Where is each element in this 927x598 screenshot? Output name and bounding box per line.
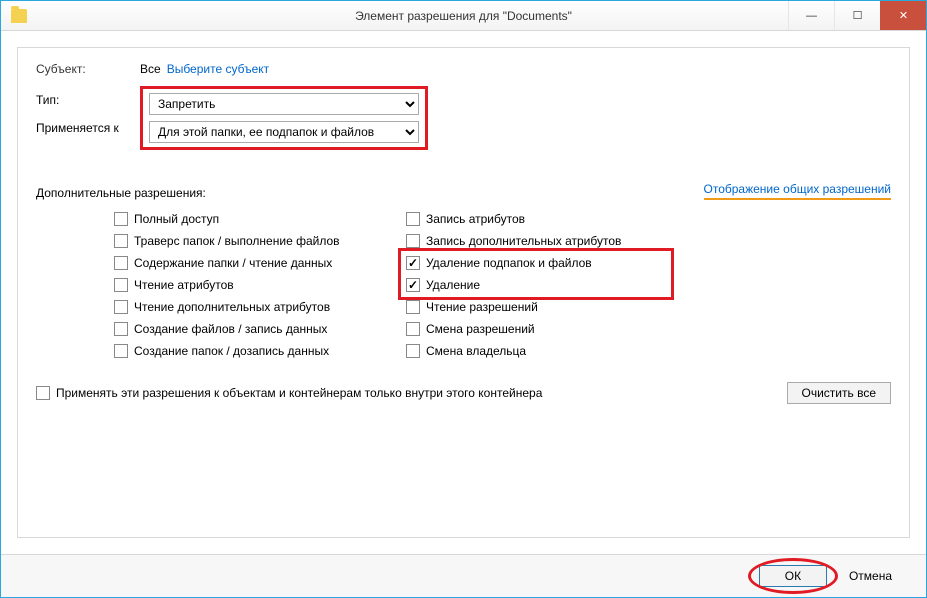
checkbox[interactable]	[114, 344, 128, 358]
highlight-selects: Запретить Для этой папки, ее подпапок и …	[140, 86, 428, 150]
permissions-columns: Полный доступ Траверс папок / выполнение…	[36, 210, 891, 364]
checkbox[interactable]	[406, 300, 420, 314]
window-controls: — ☐ ✕	[788, 1, 926, 30]
type-label: Тип:	[36, 86, 140, 114]
titlebar: Элемент разрешения для "Documents" — ☐ ✕	[1, 1, 926, 31]
subject-label: Субъект:	[36, 62, 140, 76]
content-panel: Субъект: Все Выберите субъект Тип: Приме…	[17, 47, 910, 538]
perm-label: Траверс папок / выполнение файлов	[134, 234, 340, 248]
checkbox[interactable]	[114, 234, 128, 248]
perm-label: Чтение разрешений	[426, 300, 538, 314]
perm-label: Полный доступ	[134, 212, 219, 226]
perm-row: Удаление	[406, 276, 826, 294]
perm-row: Содержание папки / чтение данных	[114, 254, 406, 272]
perm-row: Создание файлов / запись данных	[114, 320, 406, 338]
close-button[interactable]: ✕	[880, 1, 926, 30]
perm-row: Полный доступ	[114, 210, 406, 228]
perm-row: Запись дополнительных атрибутов	[406, 232, 826, 250]
permissions-left-col: Полный доступ Траверс папок / выполнение…	[36, 210, 406, 364]
perm-label: Удаление	[426, 278, 480, 292]
apply-within-label: Применять эти разрешения к объектам и ко…	[56, 386, 542, 400]
checkbox[interactable]	[114, 256, 128, 270]
permissions-right-col: Запись атрибутов Запись дополнительных а…	[406, 210, 826, 364]
maximize-button[interactable]: ☐	[834, 1, 880, 30]
view-basic-link[interactable]: Отображение общих разрешений	[704, 182, 891, 200]
checkbox[interactable]	[114, 300, 128, 314]
perm-row: Смена разрешений	[406, 320, 826, 338]
perm-label: Создание папок / дозапись данных	[134, 344, 329, 358]
footer: ОК Отмена	[1, 555, 926, 597]
cancel-button[interactable]: Отмена	[835, 566, 906, 586]
type-applies-block: Тип: Применяется к Запретить Для этой па…	[36, 86, 891, 150]
applies-label: Применяется к	[36, 114, 140, 142]
checkbox[interactable]	[114, 322, 128, 336]
checkbox[interactable]	[406, 256, 420, 270]
subject-row: Субъект: Все Выберите субъект	[36, 62, 891, 76]
clear-all-button[interactable]: Очистить все	[787, 382, 891, 404]
permissions-header-row: Дополнительные разрешения: Отображение о…	[36, 182, 891, 200]
checkbox[interactable]	[114, 212, 128, 226]
perm-label: Запись дополнительных атрибутов	[426, 234, 621, 248]
ok-button[interactable]: ОК	[759, 565, 827, 587]
checkbox[interactable]	[406, 322, 420, 336]
checkbox[interactable]	[406, 278, 420, 292]
perm-row: Создание папок / дозапись данных	[114, 342, 406, 360]
checkbox[interactable]	[406, 344, 420, 358]
applies-select[interactable]: Для этой папки, ее подпапок и файлов	[149, 121, 419, 143]
perm-label: Чтение дополнительных атрибутов	[134, 300, 330, 314]
perm-row: Чтение разрешений	[406, 298, 826, 316]
checkbox[interactable]	[406, 234, 420, 248]
perm-row: Удаление подпапок и файлов	[406, 254, 826, 272]
perm-label: Чтение атрибутов	[134, 278, 234, 292]
content-outer: Субъект: Все Выберите субъект Тип: Приме…	[1, 31, 926, 555]
subject-all: Все	[140, 62, 161, 76]
permissions-header: Дополнительные разрешения:	[36, 186, 206, 200]
perm-label: Создание файлов / запись данных	[134, 322, 327, 336]
apply-within-checkbox[interactable]	[36, 386, 50, 400]
minimize-button[interactable]: —	[788, 1, 834, 30]
perm-row: Чтение дополнительных атрибутов	[114, 298, 406, 316]
checkbox[interactable]	[406, 212, 420, 226]
perm-row: Смена владельца	[406, 342, 826, 360]
checkbox[interactable]	[114, 278, 128, 292]
folder-icon	[11, 9, 27, 23]
perm-row: Траверс папок / выполнение файлов	[114, 232, 406, 250]
type-select[interactable]: Запретить	[149, 93, 419, 115]
apply-row: Применять эти разрешения к объектам и ко…	[36, 382, 891, 404]
perm-label: Содержание папки / чтение данных	[134, 256, 332, 270]
perm-label: Смена владельца	[426, 344, 526, 358]
perm-label: Запись атрибутов	[426, 212, 525, 226]
perm-row: Запись атрибутов	[406, 210, 826, 228]
select-subject-link[interactable]: Выберите субъект	[167, 62, 269, 76]
perm-label: Смена разрешений	[426, 322, 535, 336]
perm-row: Чтение атрибутов	[114, 276, 406, 294]
perm-label: Удаление подпапок и файлов	[426, 256, 592, 270]
